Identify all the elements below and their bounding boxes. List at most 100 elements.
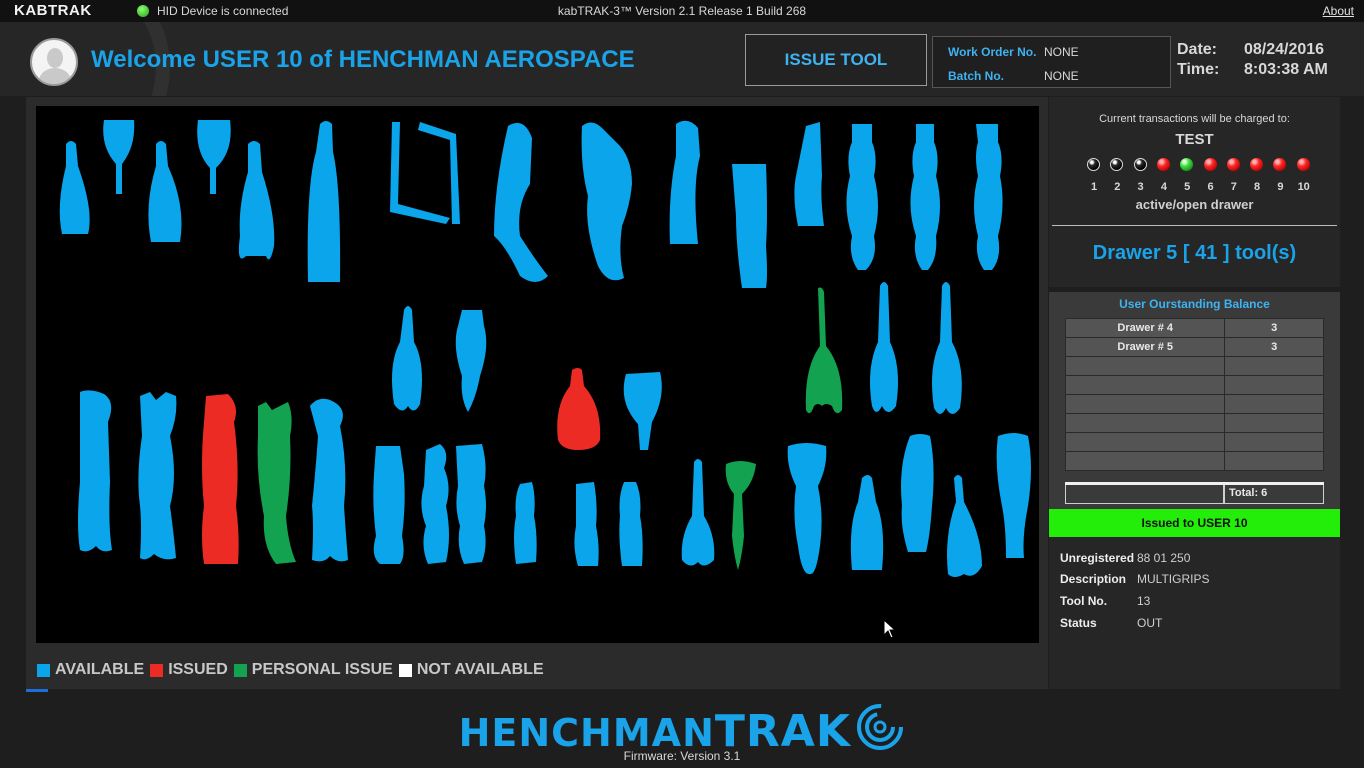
drawer-lamp-2 [1110, 158, 1124, 171]
drawer-tool-count: Drawer 5 [ 41 ] tool(s) [1092, 242, 1297, 264]
balance-drawer-cell [1064, 356, 1226, 376]
tool-slot [932, 282, 962, 414]
tool-slot [494, 122, 548, 282]
welcome-title: Welcome USER 10 of HENCHMAN AEROSPACE [91, 46, 635, 73]
balance-count-cell [1224, 451, 1324, 471]
tool-slot [794, 122, 824, 226]
drawer-lamp-6 [1203, 158, 1217, 171]
drawer-lamp-number: 7 [1230, 181, 1237, 193]
drawer-tool-map [36, 106, 1039, 643]
drawer-lamp-number: 1 [1090, 181, 1098, 193]
balance-title: User Ourstanding Balance [1119, 297, 1270, 311]
table-row: Drawer # 43 [1064, 318, 1324, 338]
balance-drawer-cell: Drawer # 5 [1064, 337, 1226, 357]
balance-panel: User Ourstanding Balance Drawer # 4 3 Draw… [1049, 292, 1340, 658]
balance-count-cell [1224, 356, 1324, 376]
drawer-lamp-number: 10 [1297, 181, 1310, 193]
right-panel-footer [1049, 658, 1340, 689]
drawer-lamp-number: 3 [1137, 181, 1144, 193]
balance-count-cell: 3 [1224, 337, 1324, 357]
status-value: OUT [1137, 616, 1163, 630]
window-title: kabTRAK-3™ Version 2.1 Release 1 Build 2… [557, 4, 807, 18]
charge-account: TEST [1175, 131, 1214, 148]
drawer-lamp-8 [1250, 158, 1264, 171]
tool-slot [310, 398, 348, 562]
unregistered-label: Unregistered [1060, 551, 1135, 565]
tool-slot [514, 482, 537, 564]
issued-to-banner: Issued to USER 10 [1049, 509, 1340, 537]
status-label: Status [1060, 616, 1097, 630]
drawer-lamp-number: 4 [1160, 181, 1167, 193]
tool-slot [870, 282, 898, 412]
drawer-lamp-5 [1180, 158, 1194, 171]
trak-swirl-icon [857, 704, 904, 750]
charge-account-panel: Current transactions will be charged to:… [1049, 97, 1340, 287]
drawer-lamp-3 [1133, 158, 1147, 171]
balance-drawer-cell [1064, 394, 1226, 414]
tool-slot [574, 482, 599, 566]
tool-slot [421, 444, 449, 564]
tool-slot [197, 120, 231, 194]
tool-slot [455, 310, 487, 412]
legend-issued: ISSUED [150, 661, 228, 679]
tool-slot [996, 433, 1031, 558]
tool-slot [669, 120, 700, 244]
work-order-value: NONE [1044, 45, 1079, 59]
tool-slot-personal-issue [805, 287, 843, 414]
tool-slot [138, 392, 177, 560]
tool-no-value: 13 [1137, 594, 1151, 608]
time-label: Time: [1177, 61, 1220, 78]
description-label: Description [1060, 572, 1127, 586]
balance-count-cell: 3 [1224, 318, 1324, 338]
avatar [30, 38, 78, 86]
table-row [1064, 375, 1324, 395]
drawer-lamp-10 [1296, 158, 1310, 171]
charged-to-label: Current transactions will be charged to: [1099, 113, 1290, 125]
tool-slot [148, 141, 182, 242]
tool-slot [623, 372, 662, 450]
tool-slot [238, 141, 275, 260]
tool-slot-personal-issue [725, 461, 756, 570]
legend-personal-issue-swatch [233, 663, 247, 677]
drawer-lamp-number: 6 [1207, 181, 1214, 193]
tool-slot [103, 120, 135, 194]
drawer-tool-shapes [59, 120, 1031, 577]
balance-drawer-cell [1064, 375, 1226, 395]
drawer-lamp-7 [1226, 158, 1240, 171]
tool-slot [732, 164, 767, 288]
balance-total-row: Total: 6 [1065, 482, 1324, 504]
tool-slot [974, 124, 1003, 270]
balance-table: Drawer # 4 3 Drawer # 53 [1064, 318, 1324, 471]
date-label: Date: [1177, 41, 1218, 58]
henchmantrak-logo: HENCHMANTRAK [0, 702, 1364, 757]
tool-slot [581, 122, 632, 281]
issue-tool-button[interactable]: ISSUE TOOL [745, 34, 927, 86]
legend-not-available: NOT AVAILABLE [398, 661, 544, 679]
tool-slot [59, 141, 90, 234]
tool-slot-issued [202, 394, 239, 564]
status-legend: AVAILABLE ISSUED PERSONAL ISSUE NOT AVAI… [37, 661, 550, 679]
about-link[interactable]: About [1323, 4, 1354, 18]
tool-slot [910, 124, 940, 270]
header: Welcome USER 10 of HENCHMAN AEROSPACE IS… [0, 22, 1364, 96]
balance-count-cell [1224, 394, 1324, 414]
title-bar: KABTRAK HID Device is connected kabTRAK-… [0, 0, 1364, 22]
legend-available: AVAILABLE [37, 661, 144, 679]
batch-label: Batch No. [948, 69, 1005, 83]
tool-slot [307, 121, 341, 282]
tool-slot [681, 459, 715, 566]
tool-slot-personal-issue [257, 402, 296, 564]
legend-personal-issue: PERSONAL ISSUE [233, 661, 393, 679]
tool-slot [619, 482, 643, 566]
mouse-cursor-icon [883, 619, 897, 639]
tool-details: Unregistered 88 01 250 Description MULTI… [1049, 537, 1340, 658]
work-order-box: Work Order No. NONE Batch No. NONE [932, 36, 1171, 88]
balance-count-cell [1224, 375, 1324, 395]
balance-drawer-cell: Drawer # 4 [1064, 318, 1226, 338]
table-row [1064, 432, 1324, 452]
divider [1052, 225, 1337, 226]
balance-total: Total: 6 [1224, 485, 1324, 504]
tool-slot [901, 434, 934, 552]
drawer-lamp-4 [1156, 158, 1170, 171]
drawer-lamp-number: 2 [1114, 181, 1121, 193]
